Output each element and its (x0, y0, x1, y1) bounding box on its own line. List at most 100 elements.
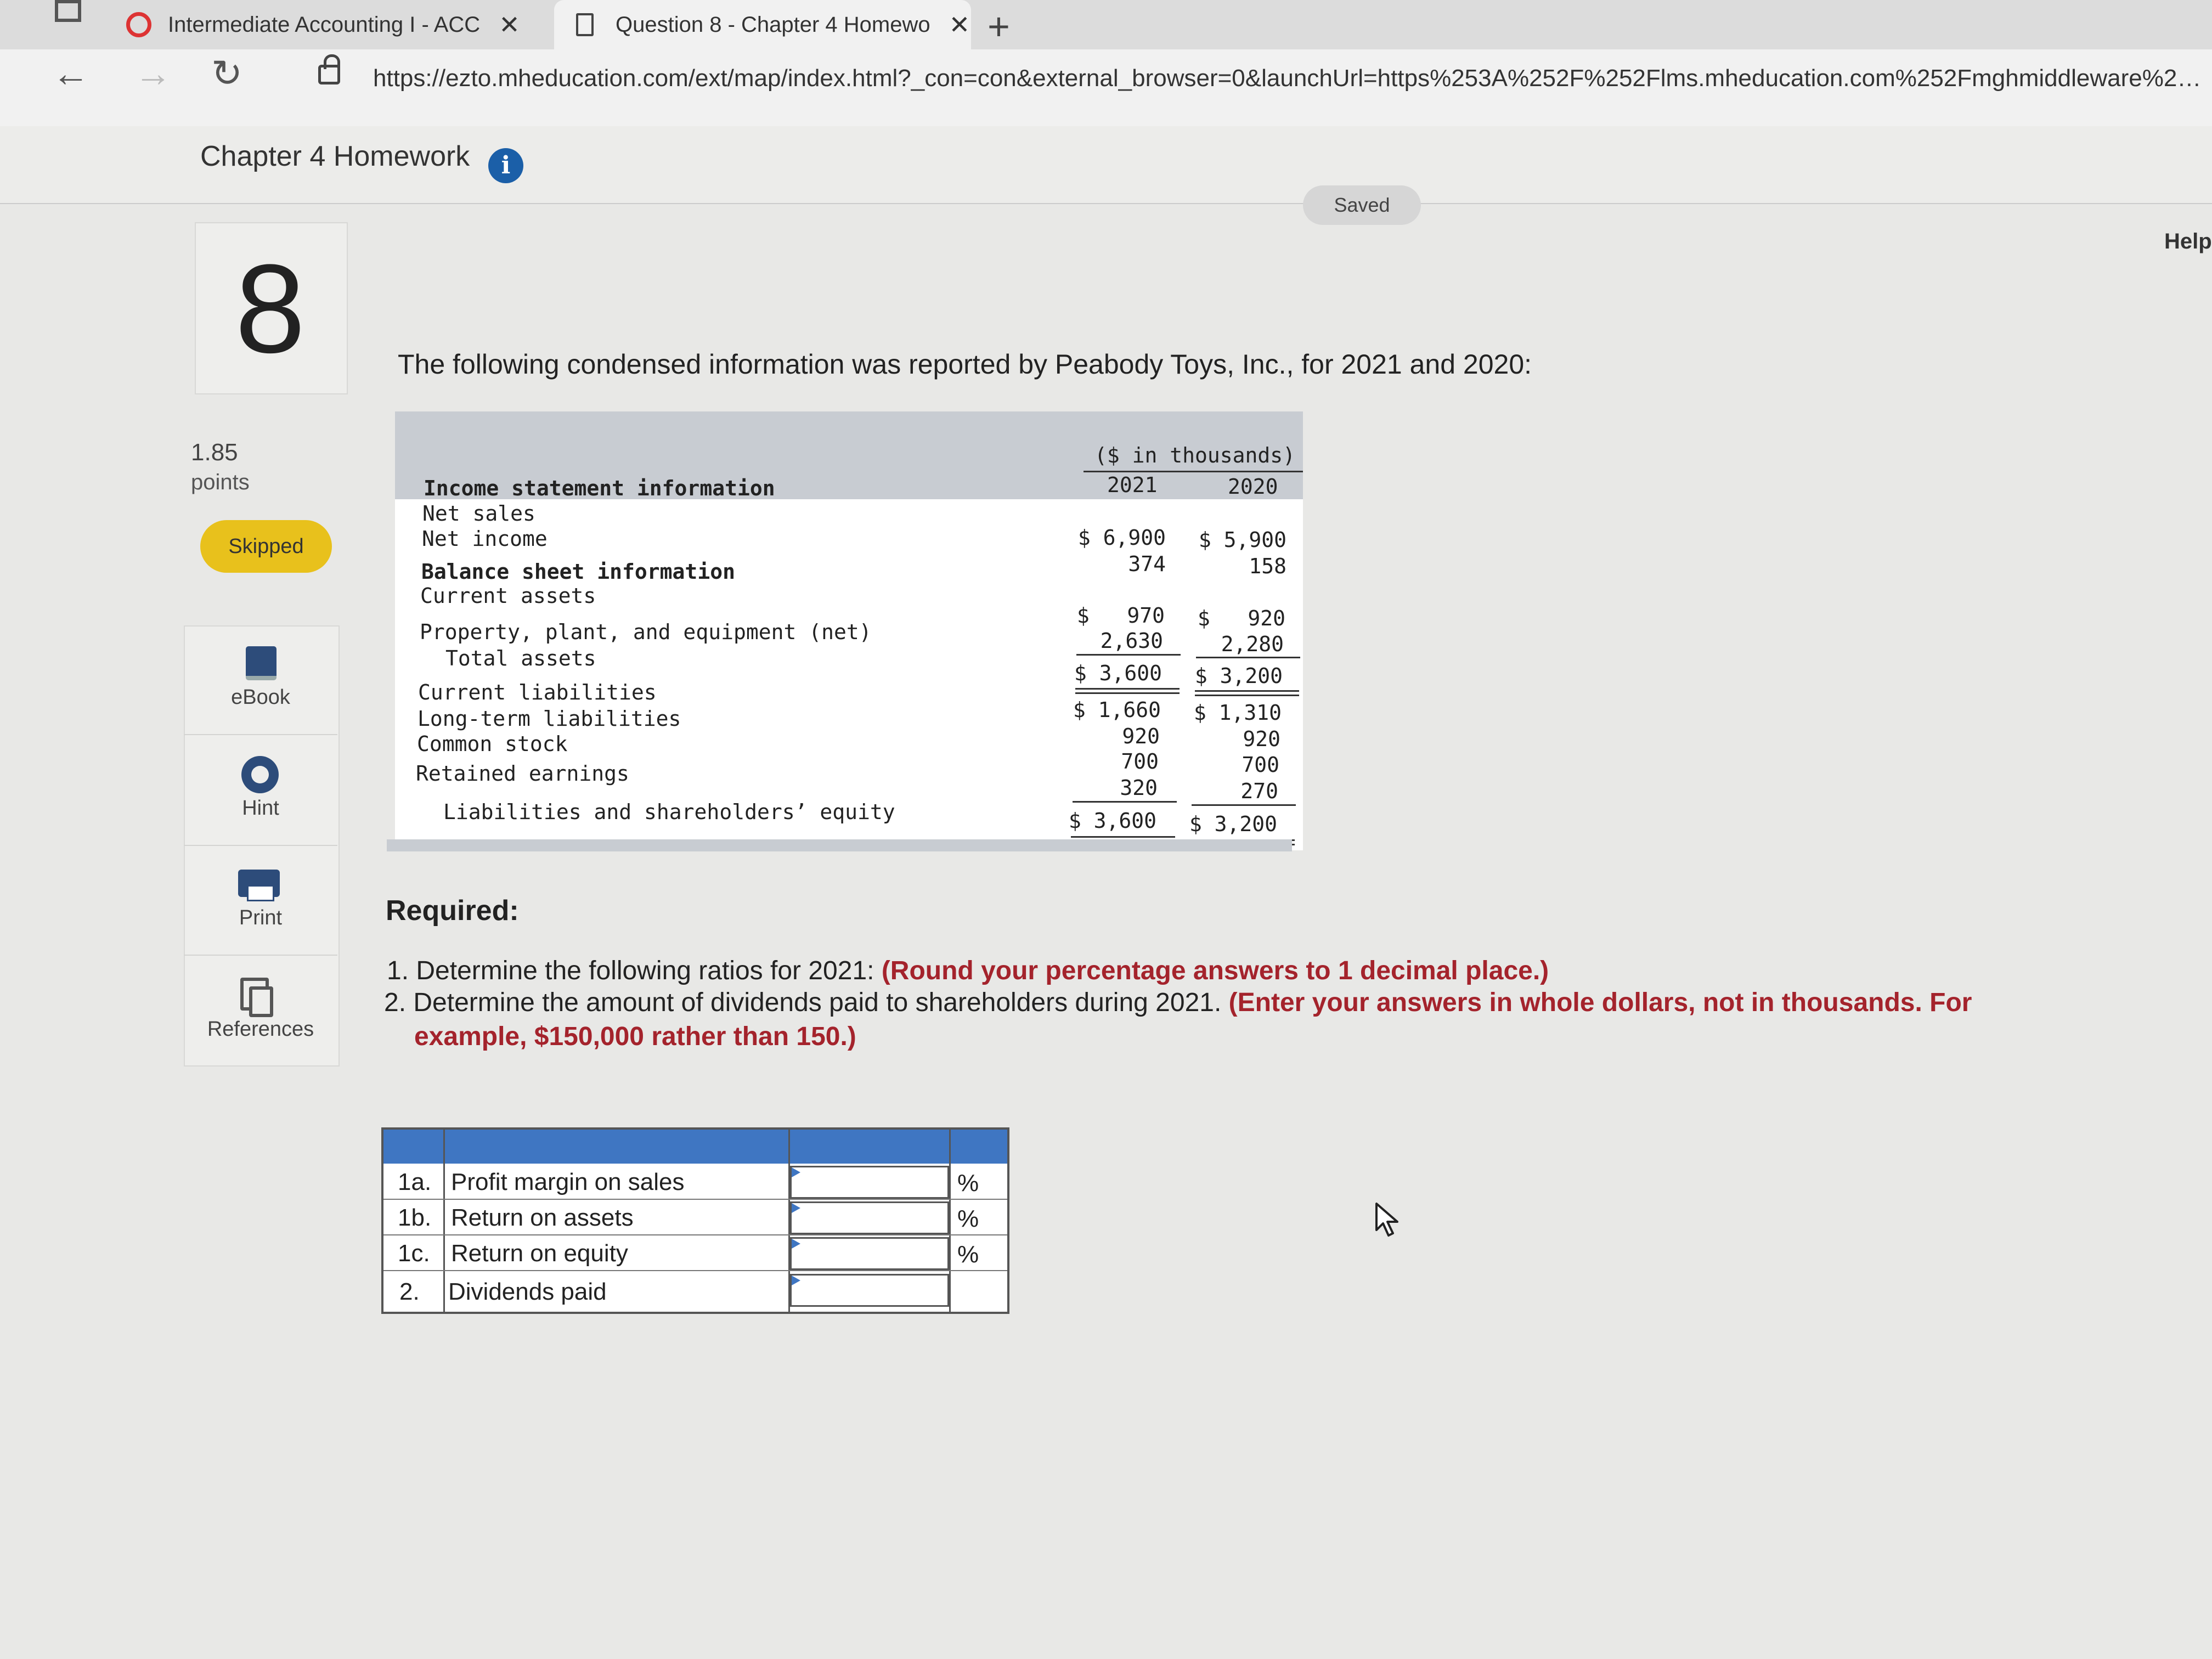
cell-2020-common-stock: 700 (1242, 753, 1279, 777)
cell-2020-net-income: 158 (1249, 554, 1286, 578)
cell-2020-current-liabilities: $ 1,310 (1193, 701, 1282, 725)
answer-id-1a: 1a. (398, 1169, 432, 1195)
info-icon[interactable]: i (488, 148, 523, 183)
double-underline (1075, 692, 1180, 694)
underline (1076, 654, 1181, 656)
year-2020: 2020 (1228, 475, 1278, 499)
lifebuoy-icon[interactable] (241, 756, 279, 793)
close-tab-icon[interactable]: ✕ (499, 10, 520, 40)
cell-2021-retained-earnings: 320 (1120, 776, 1158, 800)
cell-2021-total-assets: $ 3,600 (1074, 661, 1162, 685)
question-number: 8 (235, 238, 306, 379)
cell-2021-net-sales: $ 6,900 (1077, 526, 1166, 550)
cell-2021-long-term-liabilities: 920 (1122, 724, 1160, 748)
cell-2021-current-assets: $ 970 (1076, 603, 1165, 628)
requirement-1: 1. Determine the following ratios for 20… (387, 956, 1549, 986)
row-label-ppe-net: Property, plant, and equipment (net) (420, 620, 872, 644)
requirement-2-note: (Enter your answers in whole dollars, no… (1228, 988, 1972, 1017)
row-label-total-assets: Total assets (445, 646, 596, 670)
requirement-1-note: (Round your percentage answers to 1 deci… (881, 956, 1549, 985)
dividends-paid-input[interactable] (790, 1274, 949, 1307)
row-label-current-liabilities: Current liabilities (418, 680, 657, 704)
help-link[interactable]: Help (2164, 229, 2212, 254)
cell-2020-current-assets: $ 920 (1197, 606, 1285, 630)
hint-button[interactable]: Hint (184, 797, 337, 820)
units-header: ($ in thousands) (1094, 443, 1296, 467)
column-divider (443, 1130, 445, 1312)
lock-icon (318, 54, 340, 84)
close-tab-icon[interactable]: ✕ (949, 10, 970, 40)
row-divider (383, 1234, 1007, 1235)
requirement-2: 2. Determine the amount of dividends pai… (384, 988, 1972, 1018)
book-icon[interactable] (246, 646, 276, 680)
cell-2021-total-liabilities-equity: $ 3,600 (1068, 809, 1156, 833)
points-value: 1.85 (191, 439, 238, 466)
header-rule (1084, 471, 1303, 472)
answer-id-2: 2. (399, 1278, 420, 1305)
row-label-total-liabilities-equity: Liabilities and shareholders’ equity (443, 800, 895, 824)
requirement-2-note-cont: example, $150,000 rather than 150.) (414, 1022, 856, 1051)
forward-arrow-icon[interactable]: → (134, 52, 172, 95)
answer-id-1b: 1b. (398, 1204, 432, 1231)
divider (184, 845, 337, 846)
cell-2021-ppe-net: 2,630 (1100, 629, 1163, 653)
tab-question-8[interactable]: Question 8 - Chapter 4 Homewo ✕ (554, 0, 971, 49)
printer-icon[interactable] (238, 870, 280, 901)
url-field[interactable]: https://ezto.mheducation.com/ext/map/ind… (373, 65, 2205, 92)
divider (184, 955, 337, 956)
cell-2021-net-income: 374 (1128, 552, 1166, 576)
answer-label-return-on-assets: Return on assets (451, 1204, 634, 1231)
row-label-long-term-liabilities: Long-term liabilities (417, 707, 681, 731)
points-label: points (191, 470, 250, 494)
row-label-net-income: Net income (422, 527, 548, 551)
new-tab-button[interactable]: + (988, 4, 1010, 48)
year-2021: 2021 (1107, 473, 1158, 497)
underline (1196, 657, 1300, 658)
underline (1192, 804, 1296, 806)
reload-icon[interactable]: ↻ (211, 52, 242, 95)
requirement-2-continued: example, $150,000 rather than 150.) (414, 1022, 856, 1052)
tab-intermediate-accounting[interactable]: Intermediate Accounting I - ACC ✕ (126, 0, 532, 49)
required-heading: Required: (386, 895, 519, 927)
cell-2021-current-liabilities: $ 1,660 (1073, 698, 1161, 722)
percent-unit: % (957, 1241, 979, 1268)
answer-table-header (383, 1130, 1007, 1164)
tab-label: Intermediate Accounting I - ACC (168, 12, 481, 37)
requirement-2-text: 2. Determine the amount of dividends pai… (384, 988, 1222, 1017)
mouse-cursor-icon (1375, 1203, 1398, 1237)
row-label-common-stock: Common stock (417, 732, 568, 756)
double-underline (1195, 690, 1299, 692)
section-income-statement: Income statement information (424, 476, 775, 500)
print-button[interactable]: Print (184, 906, 337, 930)
column-divider (949, 1130, 951, 1312)
double-underline (1195, 695, 1299, 696)
financial-table-footer (387, 839, 1292, 851)
double-underline (1075, 688, 1180, 690)
document-tab-icon (576, 13, 594, 36)
answer-label-dividends-paid: Dividends paid (448, 1278, 607, 1305)
return-on-equity-input[interactable] (790, 1237, 949, 1270)
row-label-current-assets: Current assets (420, 584, 596, 608)
tab-label: Question 8 - Chapter 4 Homewo (616, 12, 930, 37)
back-arrow-icon[interactable]: ← (52, 52, 89, 95)
percent-unit: % (957, 1170, 979, 1197)
window-switcher-icon[interactable] (55, 0, 81, 22)
return-on-assets-input[interactable] (790, 1201, 949, 1234)
cell-2020-total-assets: $ 3,200 (1194, 664, 1283, 688)
row-divider (383, 1199, 1007, 1200)
profit-margin-input[interactable] (790, 1166, 949, 1199)
row-label-retained-earnings: Retained earnings (416, 761, 629, 786)
row-divider (383, 1270, 1007, 1271)
ebook-button[interactable]: eBook (184, 686, 337, 709)
cell-2020-ppe-net: 2,280 (1221, 632, 1284, 656)
saved-status-badge: Saved (1303, 185, 1421, 225)
mcgraw-hill-tab-icon (126, 12, 151, 37)
percent-unit: % (957, 1205, 979, 1232)
skipped-status-badge: Skipped (200, 520, 332, 573)
documents-icon[interactable] (240, 978, 273, 1017)
question-intro: The following condensed information was … (398, 349, 1532, 380)
divider (184, 734, 337, 735)
references-button[interactable]: References (184, 1018, 337, 1041)
underline (1073, 801, 1177, 803)
row-label-net-sales: Net sales (422, 501, 535, 526)
